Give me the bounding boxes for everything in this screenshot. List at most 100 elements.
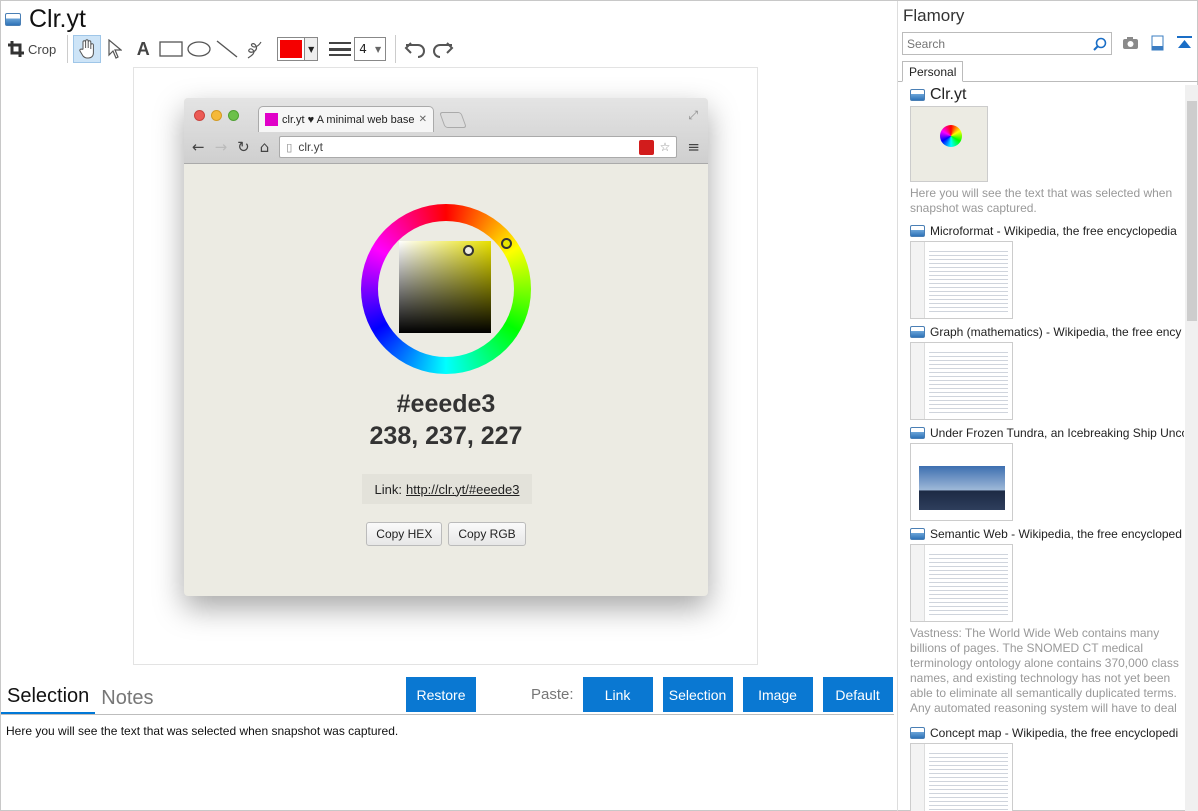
freehand-tool-button[interactable] <box>241 35 269 63</box>
crop-button[interactable]: Crop <box>6 35 62 63</box>
hand-tool-button[interactable] <box>73 35 102 63</box>
annotation-toolbar: Crop A ▼ 4 ▼ <box>6 34 457 64</box>
list-item-thumbnail <box>910 743 1013 811</box>
tab-notes[interactable]: Notes <box>95 687 159 714</box>
browser-chrome: clr.yt ♥ A minimal web base ✕ ⤢ ← → ↻ ⌂ … <box>184 98 708 164</box>
line-width-value: 4 <box>359 42 367 56</box>
snapshot-icon <box>910 727 925 739</box>
list-item[interactable]: Semantic Web - Wikipedia, the free encyc… <box>898 525 1184 718</box>
fullscreen-icon: ⤢ <box>688 108 698 122</box>
snapshot-image: clr.yt ♥ A minimal web base ✕ ⤢ ← → ↻ ⌂ … <box>184 98 708 596</box>
thumb-text <box>929 349 1008 415</box>
hex-value: #eeede3 <box>396 390 496 418</box>
copy-rgb-button: Copy RGB <box>448 522 526 546</box>
redo-button[interactable] <box>429 35 457 63</box>
pointer-icon <box>108 39 123 59</box>
list-item-thumbnail <box>910 241 1013 319</box>
page-content: #eeede3 238, 237, 227 Link: http://clr.y… <box>184 164 708 596</box>
chevron-down-icon: ▼ <box>375 44 382 54</box>
rgb-value: 238, 237, 227 <box>369 422 523 450</box>
browser-tab: clr.yt ♥ A minimal web base ✕ <box>258 106 434 132</box>
list-item-title: Under Frozen Tundra, an Icebreaking Ship… <box>930 426 1184 440</box>
list-item-title: Semantic Web - Wikipedia, the free encyc… <box>930 527 1182 541</box>
thumb-photo <box>919 466 1005 510</box>
thumb-text <box>929 248 1008 314</box>
select-tool-button[interactable] <box>101 35 129 63</box>
paste-link-button[interactable]: Link <box>582 677 653 712</box>
search-box <box>902 32 1112 55</box>
list-item-header: Concept map - Wikipedia, the free encycl… <box>910 724 1184 742</box>
text-tool-label: A <box>136 38 150 59</box>
sidebar-title: Flamory <box>903 6 965 25</box>
list-item[interactable]: Concept map - Wikipedia, the free encycl… <box>898 724 1184 811</box>
crop-icon <box>8 41 24 57</box>
thumb-text <box>929 750 1008 811</box>
hue-knob <box>501 238 512 249</box>
snapshot-icon <box>910 326 925 338</box>
browser-tab-title: clr.yt ♥ A minimal web base <box>282 113 415 126</box>
link-label: Link: <box>374 481 402 497</box>
address-url: clr.yt <box>298 140 323 154</box>
rectangle-tool-button[interactable] <box>157 35 185 63</box>
search-icon[interactable] <box>1093 37 1107 51</box>
line-tool-button[interactable] <box>213 35 241 63</box>
list-item[interactable]: Microformat - Wikipedia, the free encycl… <box>898 222 1184 319</box>
scrollbar-thumb[interactable] <box>1187 101 1197 321</box>
list-item-header: Clr.yt <box>910 85 1184 105</box>
list-item[interactable]: Under Frozen Tundra, an Icebreaking Ship… <box>898 424 1184 521</box>
list-item-header: Graph (mathematics) - Wikipedia, the fre… <box>910 323 1184 341</box>
text-tool-button[interactable]: A <box>129 35 157 63</box>
redo-icon <box>433 42 454 58</box>
close-light-icon <box>194 110 205 121</box>
snapshot-pane: Clr.yt Crop A ▼ 4 ▼ clr.yt ♥ A minimal w… <box>1 1 894 811</box>
thumb-sidebar <box>911 343 925 419</box>
paste-default-button[interactable]: Default <box>822 677 893 712</box>
line-weight-icon <box>329 42 352 56</box>
collapse-icon[interactable] <box>1176 35 1193 51</box>
line-style-button[interactable] <box>326 35 354 63</box>
ellipse-icon <box>187 41 211 57</box>
list-item-header: Semantic Web - Wikipedia, the free encyc… <box>910 525 1184 543</box>
snapshot-canvas[interactable]: clr.yt ♥ A minimal web base ✕ ⤢ ← → ↻ ⌂ … <box>133 67 758 665</box>
reload-icon: ↻ <box>237 138 250 156</box>
paste-image-button[interactable]: Image <box>742 677 813 712</box>
line-width-select[interactable]: 4 ▼ <box>354 37 387 61</box>
list-item-header: Microformat - Wikipedia, the free encycl… <box>910 222 1184 240</box>
minimize-light-icon <box>211 110 222 121</box>
ellipse-tool-button[interactable] <box>185 35 213 63</box>
sidebar-scrollbar[interactable] <box>1185 85 1198 811</box>
restore-button[interactable]: Restore <box>406 677 476 712</box>
toolbar-separator <box>67 35 69 63</box>
undo-icon <box>404 42 426 58</box>
list-item-thumbnail <box>910 443 1013 521</box>
chevron-down-icon: ▼ <box>304 38 318 60</box>
flamory-sidebar: Flamory Personal Clr.yt Here you will se <box>897 1 1198 811</box>
browser-nav: ← → ↻ ⌂ ▯ clr.yt ☆ ≡ <box>192 134 700 160</box>
list-item-description: Vastness: The World Wide Web contains ma… <box>910 626 1179 718</box>
list-item-thumbnail <box>910 342 1013 420</box>
copy-buttons: Copy HEX Copy RGB <box>184 522 708 546</box>
title-bar: Clr.yt <box>5 4 86 34</box>
undo-button[interactable] <box>401 35 429 63</box>
snapshot-list: Clr.yt Here you will see the text that w… <box>898 85 1184 811</box>
camera-icon[interactable] <box>1122 35 1139 51</box>
color-picker[interactable]: ▼ <box>277 37 319 61</box>
snapshot-icon <box>5 12 21 26</box>
paste-selection-button[interactable]: Selection <box>662 677 733 712</box>
selected-text: Here you will see the text that was sele… <box>6 724 399 738</box>
list-item[interactable]: Graph (mathematics) - Wikipedia, the fre… <box>898 323 1184 420</box>
page-capture-icon[interactable] <box>1149 35 1166 51</box>
line-icon <box>216 40 238 58</box>
tab-personal[interactable]: Personal <box>902 61 964 82</box>
link-url: http://clr.yt/#eeede3 <box>406 481 520 497</box>
rectangle-icon <box>159 41 183 57</box>
thumb-sidebar <box>911 545 925 621</box>
search-input[interactable] <box>907 36 1093 51</box>
thumb-text <box>929 551 1008 617</box>
list-item[interactable]: Clr.yt Here you will see the text that w… <box>898 85 1184 216</box>
snapshot-icon <box>910 427 925 439</box>
forward-icon: → <box>214 138 228 156</box>
list-item-title: Microformat - Wikipedia, the free encycl… <box>930 224 1177 238</box>
tab-selection[interactable]: Selection <box>1 685 96 714</box>
window-controls <box>194 110 239 121</box>
